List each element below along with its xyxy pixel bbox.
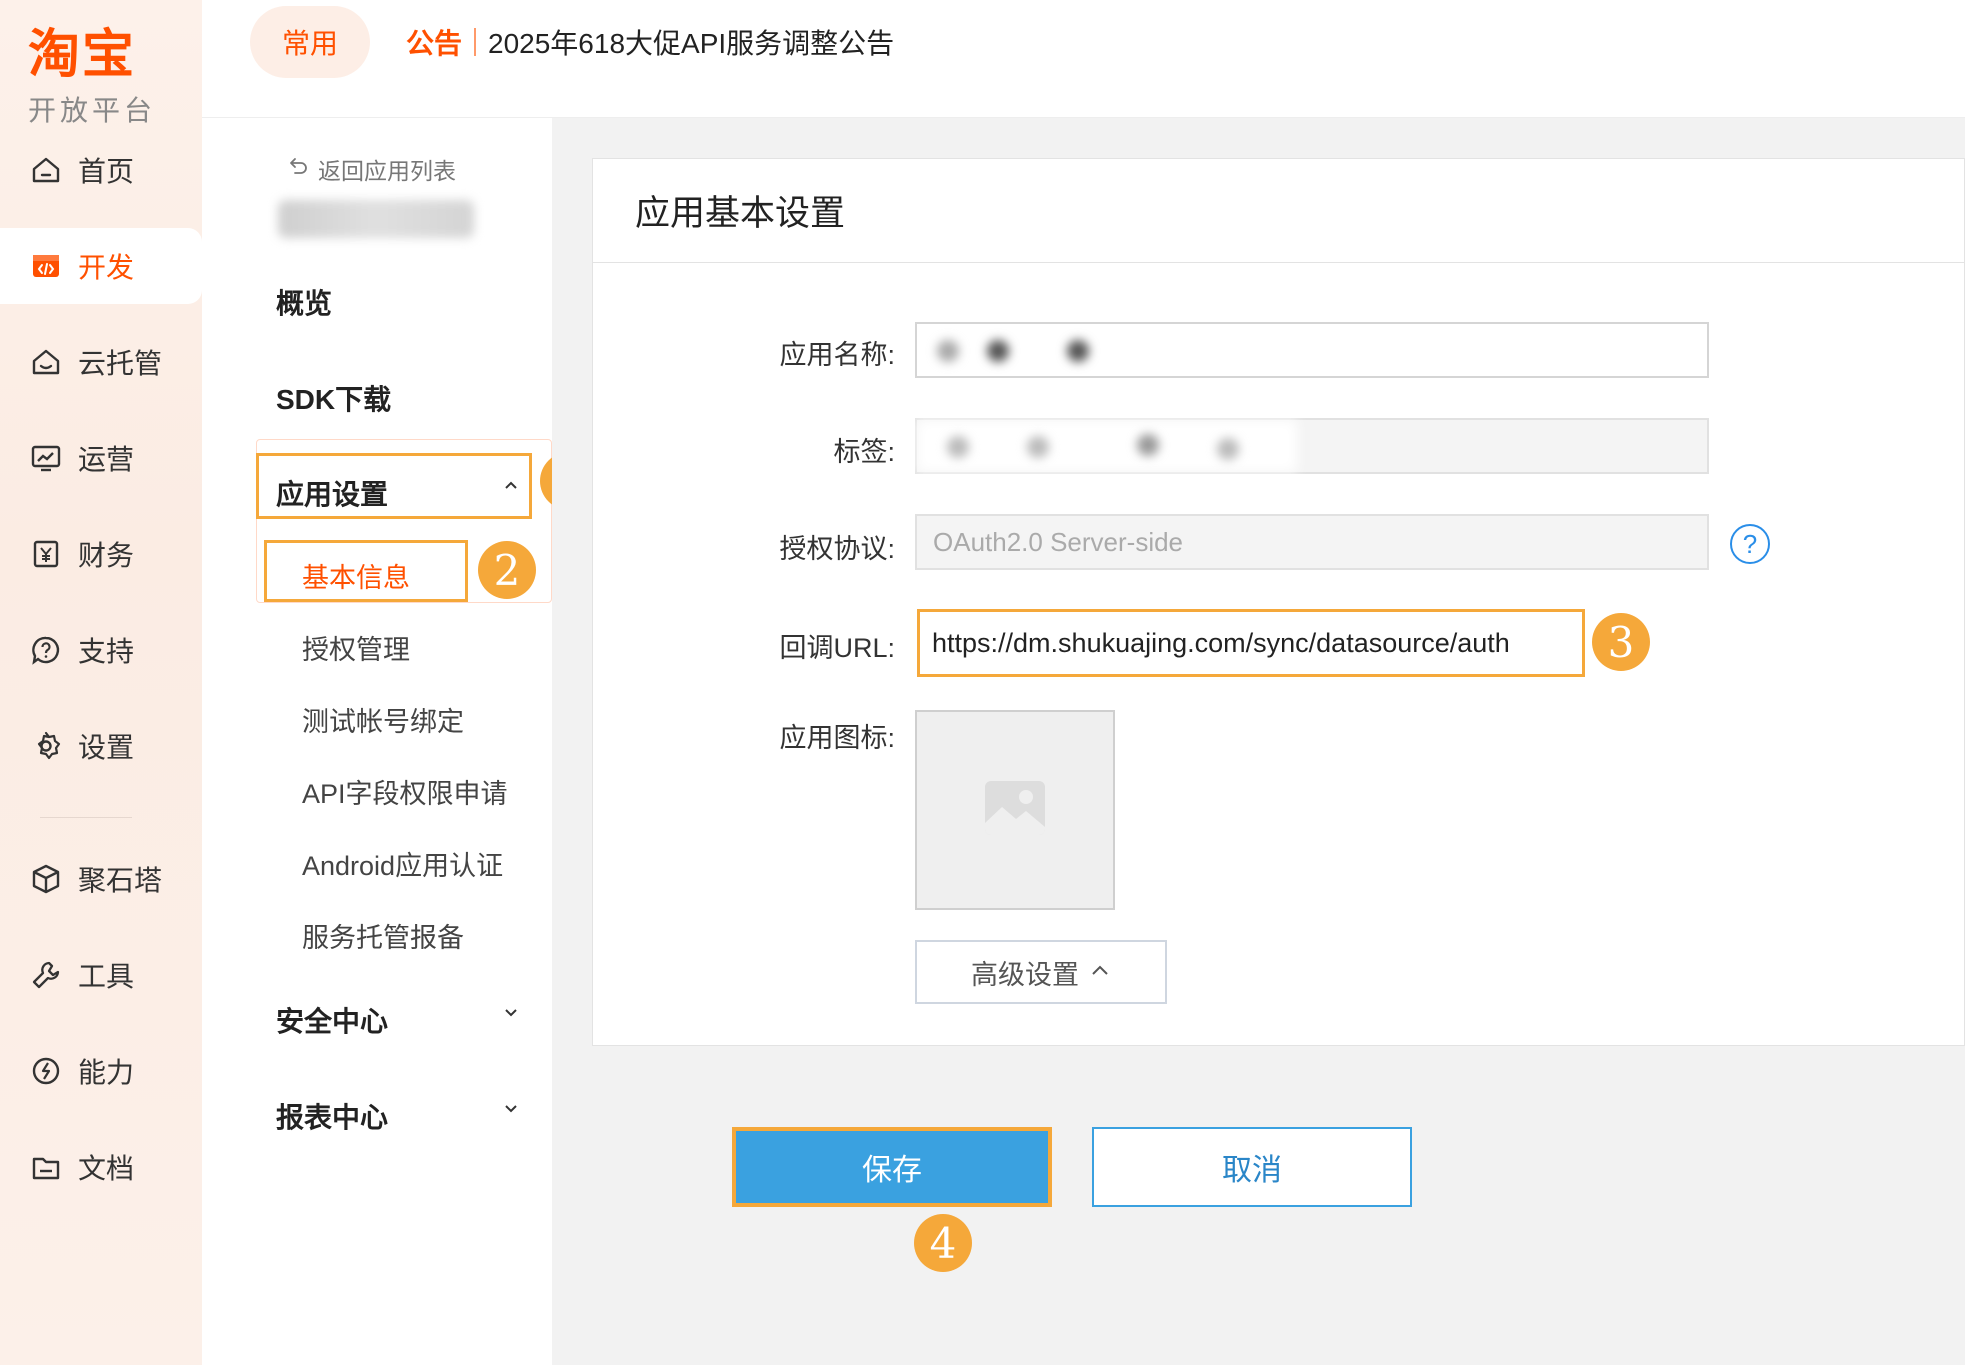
nav-item-jushita[interactable]: 聚石塔 bbox=[0, 841, 202, 917]
frequent-pill[interactable]: 常用 bbox=[250, 6, 370, 78]
chevron-down-icon[interactable] bbox=[502, 1002, 520, 1028]
nav-item-cloud[interactable]: 云托管 bbox=[0, 324, 202, 400]
card-title: 应用基本设置 bbox=[593, 159, 1964, 263]
callback-url-label: 回调URL: bbox=[779, 633, 895, 663]
nav-item-develop[interactable]: 开发 bbox=[0, 228, 202, 304]
nav-item-home[interactable]: 首页 bbox=[0, 132, 202, 208]
nav-label: 首页 bbox=[78, 156, 135, 187]
top-bar: 常用 公告 2025年618大促API服务调整公告 bbox=[202, 0, 1965, 118]
wrench-icon bbox=[28, 957, 64, 993]
announcement-text[interactable]: 2025年618大促API服务调整公告 bbox=[488, 22, 894, 62]
chevron-up-icon bbox=[1089, 957, 1111, 988]
nav-item-support[interactable]: 支持 bbox=[0, 612, 202, 688]
shield-icon bbox=[28, 1053, 64, 1089]
blurred-text bbox=[1217, 438, 1239, 460]
blurred-text bbox=[937, 340, 959, 362]
logo-brand: 淘宝 bbox=[28, 26, 137, 84]
image-placeholder-icon bbox=[982, 775, 1048, 846]
app-sidebar: 返回应用列表 概览 SDK下载 应用设置 基本信息 授权管理 测试帐号绑定 AP… bbox=[202, 118, 598, 1365]
advanced-settings-button[interactable]: 高级设置 bbox=[915, 940, 1167, 1004]
advanced-settings-label: 高级设置 bbox=[971, 959, 1079, 990]
yen-icon bbox=[28, 536, 64, 572]
nav-divider bbox=[40, 817, 132, 818]
logo[interactable]: 淘宝 开放平台 bbox=[28, 12, 156, 129]
logo-sub: 开放平台 bbox=[28, 95, 157, 126]
nav-label: 能力 bbox=[78, 1057, 135, 1088]
nav-label: 工具 bbox=[78, 961, 135, 992]
sidebar-item-app-settings[interactable]: 应用设置 bbox=[276, 473, 388, 513]
nav-label: 文档 bbox=[78, 1153, 135, 1184]
blurred-text bbox=[1137, 434, 1159, 456]
nav-label: 运营 bbox=[78, 444, 135, 475]
tags-field[interactable] bbox=[915, 418, 1709, 474]
back-label: 返回应用列表 bbox=[318, 158, 456, 184]
home-icon bbox=[28, 152, 64, 188]
chevron-up-icon[interactable] bbox=[502, 474, 520, 500]
nav-label: 开发 bbox=[78, 252, 135, 283]
back-arrow-icon bbox=[288, 155, 310, 183]
nav-item-finance[interactable]: 财务 bbox=[0, 516, 202, 592]
cancel-button[interactable]: 取消 bbox=[1092, 1127, 1412, 1207]
blurred-text bbox=[987, 340, 1009, 362]
sidebar-item-android-cert[interactable]: Android应用认证 bbox=[302, 844, 503, 883]
sidebar-item-basic-info[interactable]: 基本信息 bbox=[302, 556, 410, 595]
blurred-text bbox=[1027, 436, 1049, 458]
save-button[interactable]: 保存 bbox=[732, 1127, 1052, 1207]
help-icon[interactable]: ? bbox=[1730, 524, 1770, 564]
announcement-tag: 公告 bbox=[406, 28, 463, 59]
sidebar-item-security[interactable]: 安全中心 bbox=[276, 1000, 388, 1040]
sidebar-item-sdk[interactable]: SDK下载 bbox=[276, 378, 391, 418]
chart-icon bbox=[28, 440, 64, 476]
nav-item-docs[interactable]: 文档 bbox=[0, 1129, 202, 1205]
blurred-tags bbox=[917, 420, 1297, 472]
nav-label: 财务 bbox=[78, 540, 135, 571]
main-nav: 淘宝 开放平台 首页 开发 云托管 运营 财务 支持 设置 聚石塔 工具 能力 bbox=[0, 0, 202, 1365]
sidebar-item-reports[interactable]: 报表中心 bbox=[276, 1096, 388, 1136]
nav-label: 支持 bbox=[78, 636, 135, 667]
app-name-field[interactable] bbox=[915, 322, 1709, 378]
sidebar-item-overview[interactable]: 概览 bbox=[276, 282, 332, 322]
nav-label: 云托管 bbox=[78, 348, 163, 379]
tags-label: 标签: bbox=[833, 437, 895, 467]
settings-card: 应用基本设置 bbox=[592, 158, 1965, 1046]
auth-protocol-field: OAuth2.0 Server-side bbox=[915, 514, 1709, 570]
sidebar-item-test-account[interactable]: 测试帐号绑定 bbox=[302, 700, 464, 739]
app-icon-label: 应用图标: bbox=[779, 723, 895, 753]
step-badge-4: 4 bbox=[914, 1214, 972, 1272]
nav-item-operations[interactable]: 运营 bbox=[0, 420, 202, 496]
code-icon bbox=[28, 248, 64, 284]
app-name-label: 应用名称: bbox=[779, 340, 895, 370]
sidebar-item-service-hosting[interactable]: 服务托管报备 bbox=[302, 916, 464, 955]
announcement-separator bbox=[474, 28, 477, 56]
step-badge-2: 2 bbox=[478, 541, 536, 599]
app-icon-upload[interactable] bbox=[915, 710, 1115, 910]
auth-protocol-label: 授权协议: bbox=[779, 534, 895, 564]
blurred-text bbox=[1067, 340, 1089, 362]
cloud-home-icon bbox=[28, 344, 64, 380]
nav-item-settings[interactable]: 设置 bbox=[0, 708, 202, 784]
gear-icon bbox=[28, 728, 64, 764]
sidebar-item-auth-management[interactable]: 授权管理 bbox=[302, 628, 410, 667]
callback-url-input[interactable]: https://dm.shukuajing.com/sync/datasourc… bbox=[917, 609, 1585, 677]
back-to-app-list[interactable]: 返回应用列表 bbox=[288, 152, 456, 186]
support-icon bbox=[28, 632, 64, 668]
chevron-down-icon[interactable] bbox=[502, 1098, 520, 1124]
announcement[interactable]: 公告 2025年618大促API服务调整公告 bbox=[406, 22, 894, 62]
sidebar-item-api-field-permission[interactable]: API字段权限申请 bbox=[302, 772, 508, 811]
nav-item-capability[interactable]: 能力 bbox=[0, 1033, 202, 1109]
step-badge-3: 3 bbox=[1592, 613, 1650, 671]
cube-icon bbox=[28, 861, 64, 897]
blurred-text bbox=[947, 436, 969, 458]
app-name-blurred bbox=[278, 200, 474, 238]
nav-label: 设置 bbox=[78, 732, 135, 763]
folder-icon bbox=[28, 1149, 64, 1185]
nav-label: 聚石塔 bbox=[78, 865, 163, 896]
nav-item-tools[interactable]: 工具 bbox=[0, 937, 202, 1013]
